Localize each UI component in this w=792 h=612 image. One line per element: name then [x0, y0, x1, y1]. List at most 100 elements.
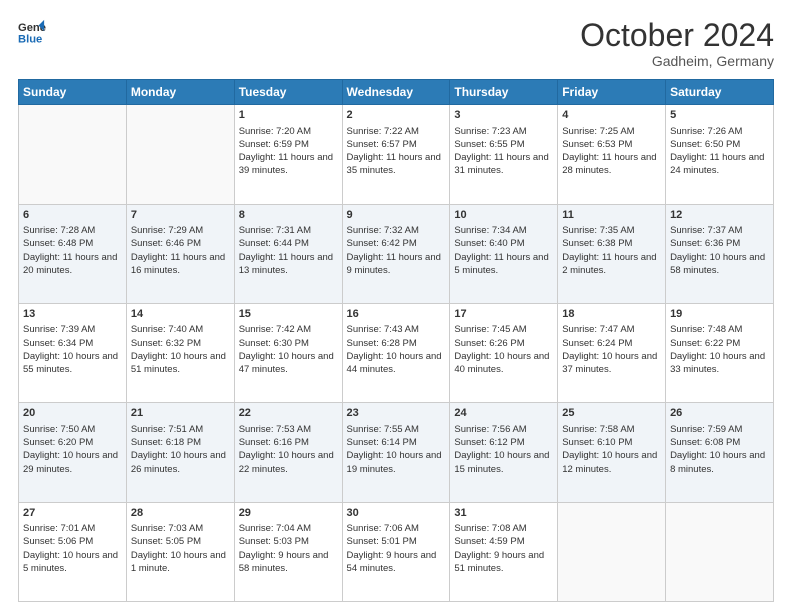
calendar-cell: 29Sunrise: 7:04 AMSunset: 5:03 PMDayligh… — [234, 502, 342, 601]
header-friday: Friday — [558, 80, 666, 105]
calendar-cell: 26Sunrise: 7:59 AMSunset: 6:08 PMDayligh… — [666, 403, 774, 502]
sunset-text: Sunset: 6:50 PM — [670, 138, 769, 151]
daylight-text: Daylight: 11 hours and 16 minutes. — [131, 251, 230, 278]
page: General Blue October 2024 Gadheim, Germa… — [0, 0, 792, 612]
calendar-cell: 9Sunrise: 7:32 AMSunset: 6:42 PMDaylight… — [342, 204, 450, 303]
calendar-cell — [666, 502, 774, 601]
svg-text:Blue: Blue — [18, 33, 42, 45]
month-title: October 2024 — [580, 18, 774, 53]
calendar-cell: 6Sunrise: 7:28 AMSunset: 6:48 PMDaylight… — [19, 204, 127, 303]
day-number: 31 — [454, 506, 553, 521]
sunrise-text: Sunrise: 7:43 AM — [347, 323, 446, 336]
sunset-text: Sunset: 5:05 PM — [131, 535, 230, 548]
daylight-text: Daylight: 10 hours and 55 minutes. — [23, 350, 122, 377]
daylight-text: Daylight: 10 hours and 22 minutes. — [239, 449, 338, 476]
daylight-text: Daylight: 9 hours and 51 minutes. — [454, 549, 553, 576]
daylight-text: Daylight: 9 hours and 58 minutes. — [239, 549, 338, 576]
calendar-cell: 22Sunrise: 7:53 AMSunset: 6:16 PMDayligh… — [234, 403, 342, 502]
sunrise-text: Sunrise: 7:03 AM — [131, 522, 230, 535]
day-number: 28 — [131, 506, 230, 521]
sunrise-text: Sunrise: 7:56 AM — [454, 423, 553, 436]
calendar-cell: 16Sunrise: 7:43 AMSunset: 6:28 PMDayligh… — [342, 303, 450, 402]
sunrise-text: Sunrise: 7:53 AM — [239, 423, 338, 436]
sunrise-text: Sunrise: 7:25 AM — [562, 125, 661, 138]
day-number: 10 — [454, 208, 553, 223]
daylight-text: Daylight: 9 hours and 54 minutes. — [347, 549, 446, 576]
calendar-cell: 27Sunrise: 7:01 AMSunset: 5:06 PMDayligh… — [19, 502, 127, 601]
sunset-text: Sunset: 6:48 PM — [23, 237, 122, 250]
sunset-text: Sunset: 5:06 PM — [23, 535, 122, 548]
sunrise-text: Sunrise: 7:08 AM — [454, 522, 553, 535]
sunrise-text: Sunrise: 7:45 AM — [454, 323, 553, 336]
day-number: 30 — [347, 506, 446, 521]
daylight-text: Daylight: 11 hours and 9 minutes. — [347, 251, 446, 278]
calendar-week-row: 20Sunrise: 7:50 AMSunset: 6:20 PMDayligh… — [19, 403, 774, 502]
sunrise-text: Sunrise: 7:23 AM — [454, 125, 553, 138]
sunset-text: Sunset: 5:01 PM — [347, 535, 446, 548]
daylight-text: Daylight: 10 hours and 26 minutes. — [131, 449, 230, 476]
sunset-text: Sunset: 6:34 PM — [23, 337, 122, 350]
sunset-text: Sunset: 6:32 PM — [131, 337, 230, 350]
daylight-text: Daylight: 10 hours and 8 minutes. — [670, 449, 769, 476]
sunset-text: Sunset: 6:28 PM — [347, 337, 446, 350]
logo-icon: General Blue — [18, 18, 46, 46]
calendar-cell: 28Sunrise: 7:03 AMSunset: 5:05 PMDayligh… — [126, 502, 234, 601]
calendar-cell: 19Sunrise: 7:48 AMSunset: 6:22 PMDayligh… — [666, 303, 774, 402]
sunset-text: Sunset: 6:24 PM — [562, 337, 661, 350]
day-number: 11 — [562, 208, 661, 223]
header-wednesday: Wednesday — [342, 80, 450, 105]
calendar-cell: 21Sunrise: 7:51 AMSunset: 6:18 PMDayligh… — [126, 403, 234, 502]
sunset-text: Sunset: 6:18 PM — [131, 436, 230, 449]
daylight-text: Daylight: 10 hours and 29 minutes. — [23, 449, 122, 476]
calendar-cell: 31Sunrise: 7:08 AMSunset: 4:59 PMDayligh… — [450, 502, 558, 601]
day-number: 8 — [239, 208, 338, 223]
daylight-text: Daylight: 11 hours and 24 minutes. — [670, 151, 769, 178]
header-sunday: Sunday — [19, 80, 127, 105]
sunset-text: Sunset: 6:57 PM — [347, 138, 446, 151]
sunset-text: Sunset: 6:26 PM — [454, 337, 553, 350]
sunrise-text: Sunrise: 7:47 AM — [562, 323, 661, 336]
sunset-text: Sunset: 6:08 PM — [670, 436, 769, 449]
calendar-cell: 14Sunrise: 7:40 AMSunset: 6:32 PMDayligh… — [126, 303, 234, 402]
daylight-text: Daylight: 10 hours and 44 minutes. — [347, 350, 446, 377]
logo: General Blue — [18, 18, 46, 46]
header-monday: Monday — [126, 80, 234, 105]
sunset-text: Sunset: 6:40 PM — [454, 237, 553, 250]
calendar-week-row: 27Sunrise: 7:01 AMSunset: 5:06 PM Dayligh… — [19, 502, 774, 601]
day-number: 29 — [239, 506, 338, 521]
day-number: 12 — [670, 208, 769, 223]
calendar-week-row: 6Sunrise: 7:28 AMSunset: 6:48 PMDaylight… — [19, 204, 774, 303]
sunrise-text: Sunrise: 7:40 AM — [131, 323, 230, 336]
title-block: October 2024 Gadheim, Germany — [580, 18, 774, 69]
day-number: 4 — [562, 108, 661, 123]
daylight-text: Daylight: 10 hours and 33 minutes. — [670, 350, 769, 377]
sunset-text: Sunset: 5:03 PM — [239, 535, 338, 548]
day-number: 14 — [131, 307, 230, 322]
day-number: 27 — [23, 506, 122, 521]
sunset-text: Sunset: 6:12 PM — [454, 436, 553, 449]
daylight-text: Daylight: 10 hours and 15 minutes. — [454, 449, 553, 476]
sunset-text: Sunset: 4:59 PM — [454, 535, 553, 548]
daylight-text: Daylight: 11 hours and 13 minutes. — [239, 251, 338, 278]
day-number: 18 — [562, 307, 661, 322]
sunrise-text: Sunrise: 7:01 AM — [23, 522, 122, 535]
calendar-cell: 13Sunrise: 7:39 AMSunset: 6:34 PMDayligh… — [19, 303, 127, 402]
calendar-cell: 17Sunrise: 7:45 AMSunset: 6:26 PMDayligh… — [450, 303, 558, 402]
calendar-cell: 4Sunrise: 7:25 AMSunset: 6:53 PMDaylight… — [558, 105, 666, 204]
sunrise-text: Sunrise: 7:35 AM — [562, 224, 661, 237]
day-number: 2 — [347, 108, 446, 123]
calendar-cell: 2Sunrise: 7:22 AMSunset: 6:57 PMDaylight… — [342, 105, 450, 204]
sunrise-text: Sunrise: 7:39 AM — [23, 323, 122, 336]
sunset-text: Sunset: 6:10 PM — [562, 436, 661, 449]
sunset-text: Sunset: 6:20 PM — [23, 436, 122, 449]
day-number: 21 — [131, 406, 230, 421]
header: General Blue October 2024 Gadheim, Germa… — [18, 18, 774, 69]
day-number: 7 — [131, 208, 230, 223]
day-number: 6 — [23, 208, 122, 223]
daylight-text: Daylight: 10 hours and 19 minutes. — [347, 449, 446, 476]
sunrise-text: Sunrise: 7:59 AM — [670, 423, 769, 436]
sunset-text: Sunset: 6:22 PM — [670, 337, 769, 350]
calendar-cell — [126, 105, 234, 204]
sunrise-text: Sunrise: 7:04 AM — [239, 522, 338, 535]
sunrise-text: Sunrise: 7:20 AM — [239, 125, 338, 138]
